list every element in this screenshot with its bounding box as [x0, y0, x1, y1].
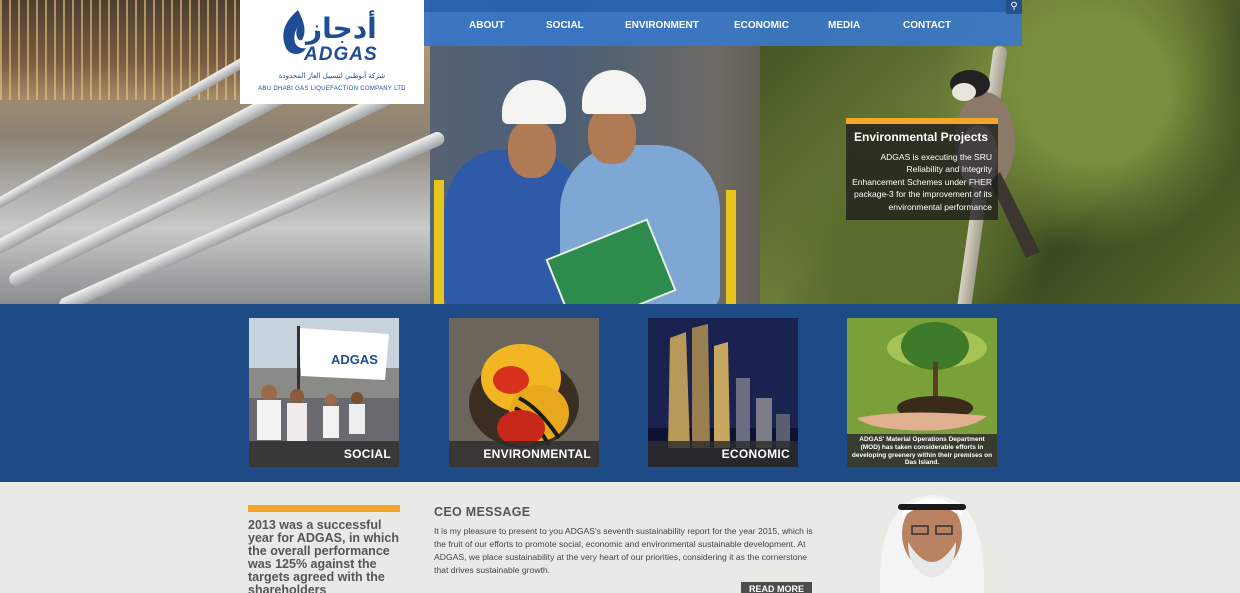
search-icon[interactable]: ⚲ [1006, 0, 1022, 14]
nav-item-media[interactable]: MEDIA [828, 20, 860, 31]
tile-caption-social: SOCIAL [249, 441, 399, 467]
tile-greenery[interactable]: ADGAS' Material Operations Department (M… [847, 318, 997, 467]
logo-arabic-company-name: شركة أبوظبي لتسييل الغاز المحدودة [278, 72, 386, 80]
hero-image-workers [430, 40, 750, 304]
site-logo[interactable]: أدجاز ADGAS شركة أبوظبي لتسييل الغاز الم… [240, 0, 424, 104]
main-nav: ⚲ ABOUT SOCIAL ENVIRONMENT ECONOMIC MEDI… [424, 0, 1022, 46]
highlight-quote: 2013 was a successful year for ADGAS, in… [248, 518, 399, 593]
logo-company-name: ABU DHABI GAS LIQUEFACTION COMPANY LTD [258, 86, 406, 92]
feature-title: Environmental Projects [854, 130, 989, 144]
logo-arabic-text: أدجاز [306, 12, 377, 45]
category-tiles-band: ADGAS SOCIAL ENVIRONMENTAL ECONOMIC ADGA… [0, 304, 1240, 482]
quote-accent-bar [248, 505, 400, 512]
ceo-message-text: It is my pleasure to present to you ADGA… [434, 526, 813, 575]
logo-wordmark: ADGAS [304, 44, 378, 65]
tile-environmental[interactable]: ENVIRONMENTAL [449, 318, 599, 467]
ceo-portrait [868, 482, 996, 593]
tile-social[interactable]: ADGAS SOCIAL [249, 318, 399, 467]
read-more-button[interactable]: READ MORE [741, 582, 812, 593]
tile-economic[interactable]: ECONOMIC [648, 318, 798, 467]
nav-item-environment[interactable]: ENVIRONMENT [625, 20, 699, 31]
nav-item-contact[interactable]: CONTACT [903, 20, 951, 31]
svg-text:ADGAS: ADGAS [331, 352, 378, 367]
feature-callout[interactable]: Environmental Projects ADGAS is executin… [846, 118, 998, 220]
tile-caption-environmental: ENVIRONMENTAL [449, 441, 599, 467]
nav-item-social[interactable]: SOCIAL [546, 20, 584, 31]
ceo-message-title: CEO MESSAGE [434, 505, 531, 519]
nav-item-about[interactable]: ABOUT [469, 20, 505, 31]
bottom-section: 2013 was a successful year for ADGAS, in… [0, 482, 1240, 593]
feature-description: ADGAS is executing the SRU Reliability a… [852, 152, 992, 212]
tile-caption-economic: ECONOMIC [648, 441, 798, 467]
tile-caption-greenery: ADGAS' Material Operations Department (M… [847, 434, 997, 467]
nav-item-economic[interactable]: ECONOMIC [734, 20, 789, 31]
